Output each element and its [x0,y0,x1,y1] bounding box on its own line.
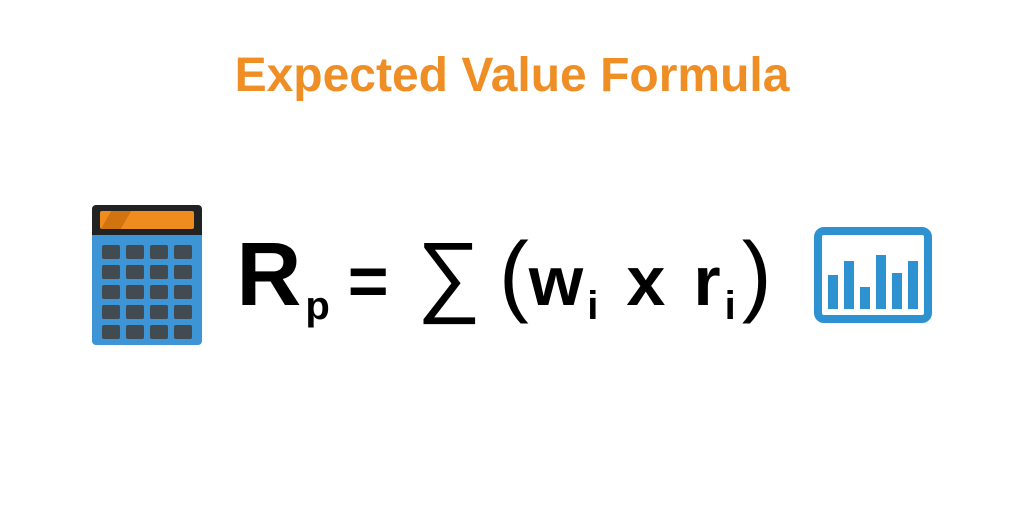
page-title: Expected Value Formula [0,48,1024,103]
term2-subscript: i [725,284,736,329]
lhs-subscript: p [305,286,329,326]
bar-chart-icon [814,227,932,323]
term2: r [693,246,720,316]
multiply-op: x [626,246,665,316]
left-paren: ( [499,230,529,320]
calculator-icon [92,205,202,345]
right-paren: ) [742,230,772,320]
formula-card: Expected Value Formula R p = ∑ ( [0,0,1024,526]
lhs-variable: R [236,230,301,320]
equals: = [348,246,389,316]
term1-subscript: i [587,284,598,329]
term1: w [529,246,583,316]
formula: R p = ∑ ( w i x r i ) [236,230,771,320]
formula-row: R p = ∑ ( w i x r i ) [0,205,1024,345]
summation: ∑ [417,230,481,320]
